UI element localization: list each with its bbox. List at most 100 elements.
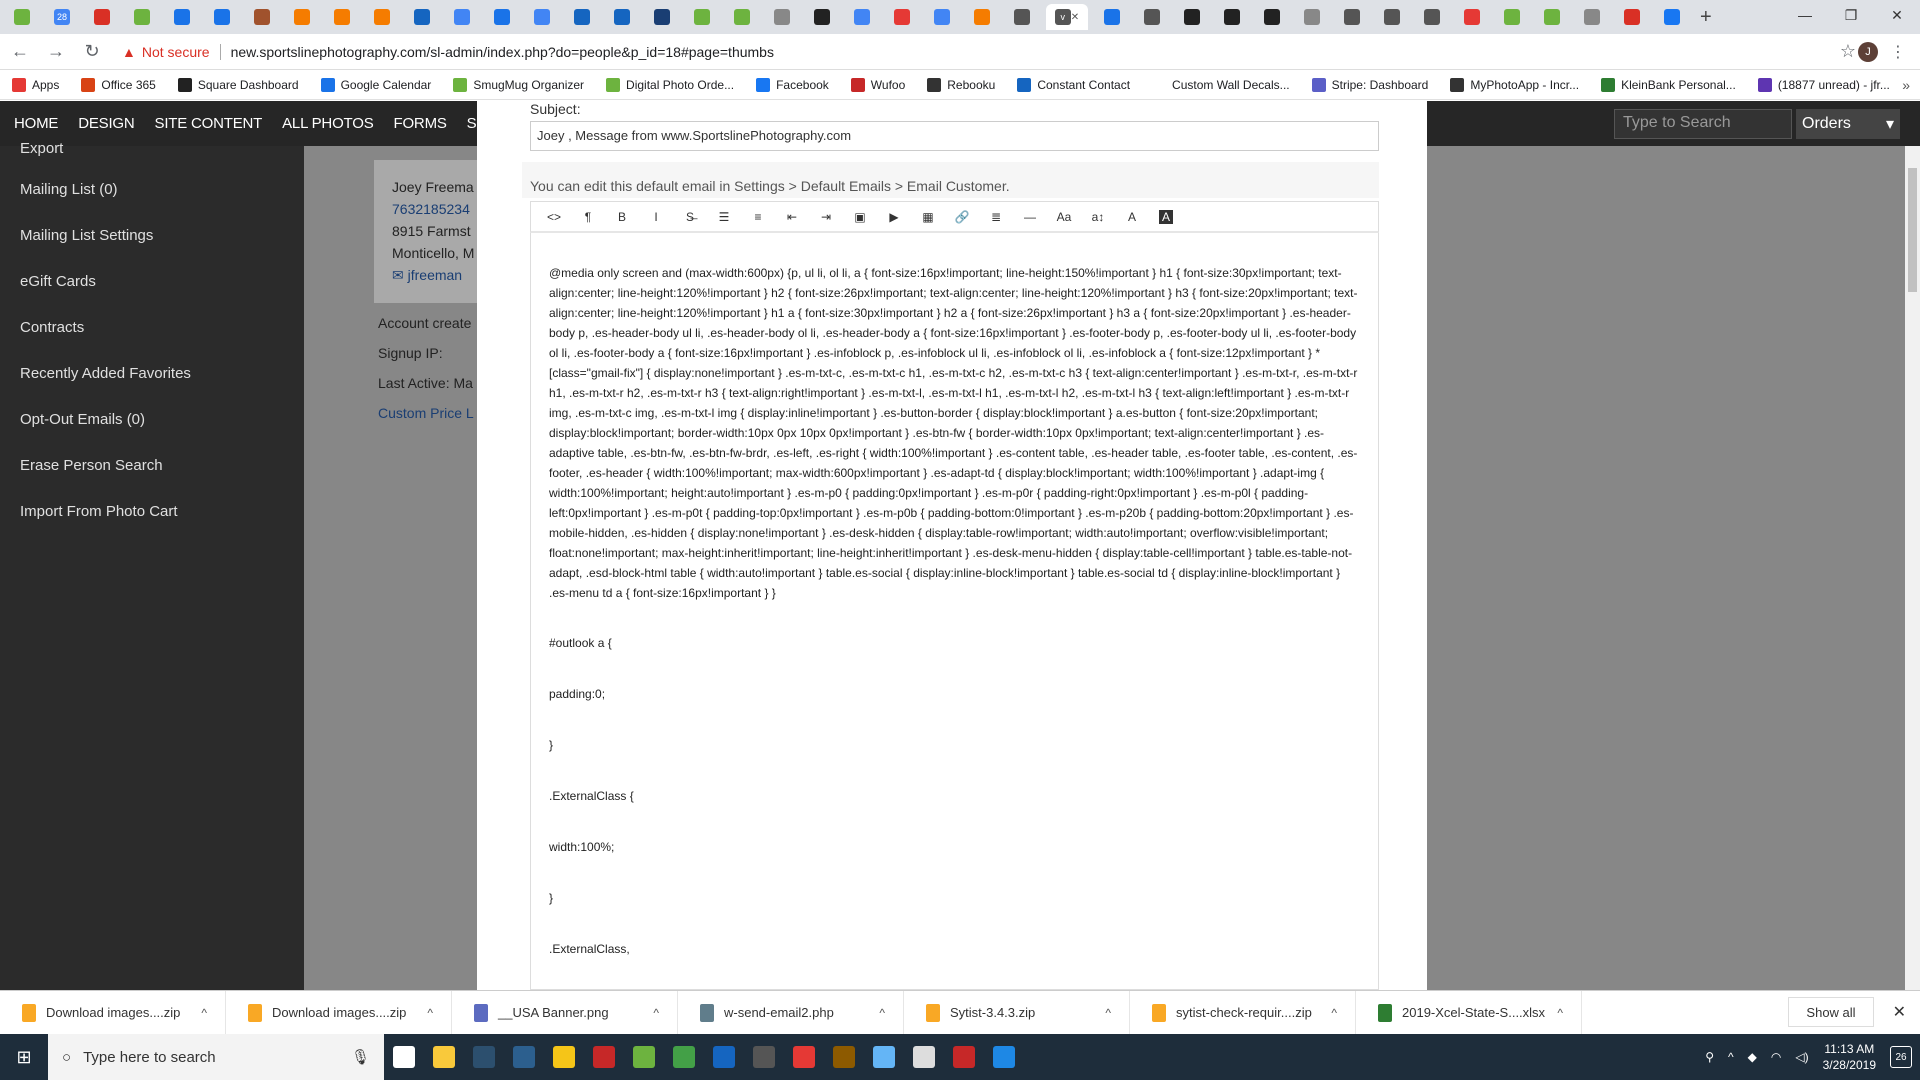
download-item[interactable]: Sytist-3.4.3.zip ^ — [904, 990, 1130, 1035]
bookmarks-more-icon[interactable]: » — [1902, 77, 1910, 93]
wifi-icon[interactable]: ◠ — [1771, 1050, 1781, 1064]
bullet-list-icon[interactable]: ☰ — [707, 210, 741, 224]
browser-tab[interactable]: 28 — [46, 4, 78, 30]
reload-button[interactable]: ↻ — [76, 36, 108, 68]
sidebar-item[interactable]: Recently Added Favorites — [0, 350, 304, 396]
person-phone[interactable]: 7632185234 — [392, 198, 474, 220]
person-email[interactable]: jfreeman — [408, 267, 462, 283]
bookmark-item[interactable]: Square Dashboard — [177, 77, 299, 92]
paragraph-icon[interactable]: ¶ — [571, 210, 605, 224]
browser-tab[interactable] — [1456, 4, 1488, 30]
download-item[interactable]: Download images....zip ^ — [0, 990, 226, 1035]
browser-tab[interactable] — [926, 4, 958, 30]
sidebar-item[interactable]: Import From Photo Cart — [0, 488, 304, 534]
browser-tab[interactable] — [86, 4, 118, 30]
font-size-icon[interactable]: Aa — [1047, 210, 1081, 224]
image-icon[interactable]: ▣ — [843, 210, 877, 224]
browser-tab[interactable] — [1576, 4, 1608, 30]
admin-nav-item[interactable]: SITE CONTENT — [155, 115, 263, 132]
browser-tab[interactable] — [646, 4, 678, 30]
person-email-row[interactable]: ✉ jfreeman — [392, 264, 474, 286]
chevron-up-icon[interactable]: ^ — [1557, 1006, 1563, 1020]
bookmark-item[interactable]: Office 365 — [81, 77, 156, 92]
orders-dropdown[interactable]: Orders ▾ — [1796, 109, 1900, 139]
clock[interactable]: 11:13 AM 3/28/2019 — [1823, 1041, 1876, 1073]
admin-nav-item[interactable]: DESIGN — [78, 115, 135, 132]
taskbar-app[interactable] — [984, 1034, 1024, 1080]
profile-avatar[interactable]: J — [1858, 41, 1878, 62]
minimize-button[interactable]: — — [1782, 0, 1828, 30]
admin-nav-item[interactable]: ALL PHOTOS — [282, 115, 374, 132]
download-item[interactable]: sytist-check-requir....zip ^ — [1130, 990, 1356, 1035]
warning-icon[interactable]: ▲ — [122, 44, 136, 60]
browser-tab[interactable] — [1096, 4, 1128, 30]
notifications-icon[interactable]: 26 — [1890, 1046, 1912, 1068]
close-downloads-icon[interactable]: ✕ — [1893, 1002, 1906, 1022]
people-icon[interactable]: ⚲ — [1705, 1050, 1714, 1064]
background-color-icon[interactable]: A — [1159, 209, 1173, 224]
bookmark-item[interactable]: SmugMug Organizer — [453, 77, 584, 92]
show-all-downloads-button[interactable]: Show all — [1788, 997, 1874, 1027]
strikethrough-icon[interactable]: S̶ — [673, 210, 707, 224]
browser-tab[interactable] — [446, 4, 478, 30]
italic-icon[interactable]: I — [639, 210, 673, 224]
close-window-button[interactable]: ✕ — [1874, 0, 1920, 30]
browser-tab[interactable] — [126, 4, 158, 30]
download-item[interactable]: __USA Banner.png ^ — [452, 990, 678, 1035]
taskbar-app[interactable] — [424, 1034, 464, 1080]
taskbar-app[interactable] — [544, 1034, 584, 1080]
microphone-icon[interactable]: 🎙 — [351, 1048, 370, 1066]
taskbar-app[interactable] — [904, 1034, 944, 1080]
chevron-up-icon[interactable]: ^ — [653, 1006, 659, 1020]
browser-tab[interactable] — [526, 4, 558, 30]
email-body-editor[interactable]: @media only screen and (max-width:600px)… — [530, 233, 1379, 990]
bookmark-item[interactable]: Apps — [12, 77, 59, 92]
admin-nav-item[interactable]: S — [467, 115, 477, 132]
chevron-up-icon[interactable]: ^ — [201, 1006, 207, 1020]
dropbox-icon[interactable]: ◆ — [1748, 1050, 1757, 1064]
taskbar-app[interactable] — [744, 1034, 784, 1080]
browser-tab[interactable] — [886, 4, 918, 30]
browser-tab[interactable] — [246, 4, 278, 30]
taskbar-app[interactable] — [664, 1034, 704, 1080]
browser-tab[interactable] — [486, 4, 518, 30]
security-label[interactable]: Not secure — [142, 44, 210, 60]
subject-input[interactable]: Joey , Message from www.SportslinePhotog… — [530, 121, 1379, 151]
download-item[interactable]: w-send-email2.php ^ — [678, 990, 904, 1035]
browser-tab[interactable] — [766, 4, 798, 30]
bookmark-item[interactable]: KleinBank Personal... — [1601, 77, 1736, 92]
browser-tab[interactable] — [1376, 4, 1408, 30]
download-item[interactable]: Download images....zip ^ — [226, 990, 452, 1035]
admin-nav-item[interactable]: FORMS — [394, 115, 447, 132]
sidebar-item[interactable]: eGift Cards — [0, 258, 304, 304]
browser-tab[interactable] — [726, 4, 758, 30]
sidebar-item[interactable]: Opt-Out Emails (0) — [0, 396, 304, 442]
bookmark-item[interactable]: Custom Wall Decals... — [1152, 77, 1290, 92]
bookmark-item[interactable]: Stripe: Dashboard — [1311, 77, 1428, 92]
outdent-icon[interactable]: ⇤ — [775, 210, 809, 224]
tray-chevron-icon[interactable]: ^ — [1728, 1050, 1734, 1064]
close-tab-icon[interactable]: ✕ — [1071, 12, 1079, 23]
omnibox[interactable]: ▲ Not secure new.sportslinephotography.c… — [122, 38, 1842, 66]
browser-tab[interactable] — [806, 4, 838, 30]
bookmark-item[interactable]: Google Calendar — [320, 77, 431, 92]
sidebar-item[interactable]: Erase Person Search — [0, 442, 304, 488]
chevron-up-icon[interactable]: ^ — [879, 1006, 885, 1020]
align-icon[interactable]: ≣ — [979, 210, 1013, 224]
browser-tab[interactable] — [1536, 4, 1568, 30]
font-color-icon[interactable]: A — [1115, 210, 1149, 224]
video-icon[interactable]: ▶ — [877, 210, 911, 224]
taskbar-app[interactable] — [824, 1034, 864, 1080]
table-icon[interactable]: ▦ — [911, 210, 945, 224]
sidebar-item[interactable]: Mailing List (0) — [0, 166, 304, 212]
scrollbar-thumb[interactable] — [1908, 168, 1917, 292]
sidebar-item[interactable]: Contracts — [0, 304, 304, 350]
browser-tab[interactable] — [1136, 4, 1168, 30]
browser-tab[interactable] — [1616, 4, 1648, 30]
browser-tab[interactable] — [966, 4, 998, 30]
browser-tab[interactable] — [1006, 4, 1038, 30]
sidebar-item[interactable]: Mailing List Settings — [0, 212, 304, 258]
line-height-icon[interactable]: a↕ — [1081, 210, 1115, 224]
bookmark-item[interactable]: Facebook — [756, 77, 829, 92]
chevron-up-icon[interactable]: ^ — [1331, 1006, 1337, 1020]
